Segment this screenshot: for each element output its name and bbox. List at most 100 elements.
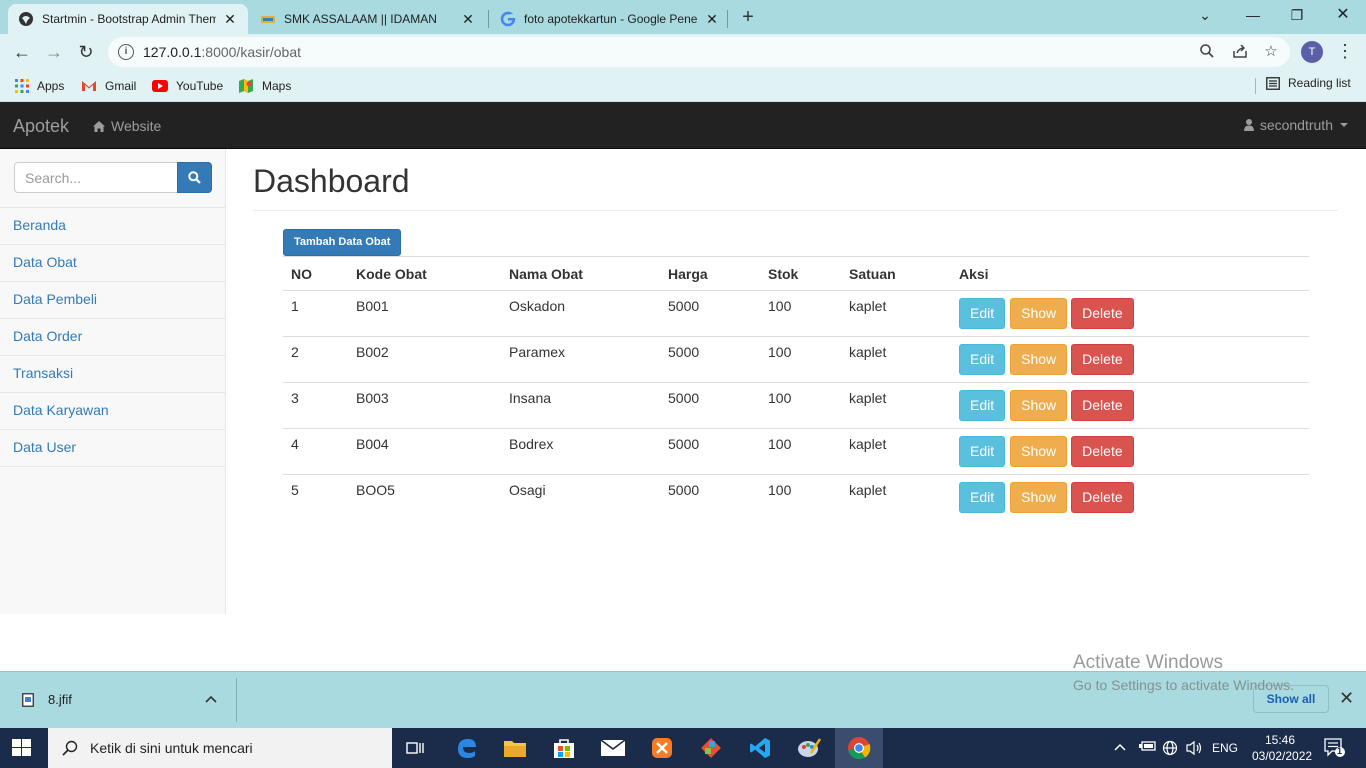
search-input[interactable] (14, 162, 178, 193)
edit-button[interactable]: Edit (959, 344, 1006, 375)
url-text[interactable]: 127.0.0.1:8000/kasir/obat (143, 44, 301, 60)
edge-icon[interactable] (443, 728, 491, 768)
tab-title: Startmin - Bootstrap Admin Them (42, 12, 216, 26)
volume-icon[interactable] (1186, 740, 1204, 759)
close-window-icon[interactable]: ✕ (1320, 0, 1366, 30)
show-button[interactable]: Show (1010, 344, 1068, 375)
file-explorer-icon[interactable] (491, 728, 539, 768)
cell-no: 5 (291, 482, 299, 498)
delete-button[interactable]: Delete (1071, 390, 1134, 421)
close-downloads-icon[interactable]: ✕ (1339, 688, 1354, 709)
download-filename: 8.jfif (48, 692, 72, 707)
system-clock[interactable]: 15:46 03/02/2022 (1252, 732, 1312, 764)
cell-nama-obat: Paramex (501, 336, 660, 383)
edit-button[interactable]: Edit (959, 390, 1006, 421)
tray-expand-icon[interactable] (1114, 740, 1126, 754)
edit-button[interactable]: Edit (959, 482, 1006, 513)
windows-start-icon[interactable] (12, 739, 32, 757)
apps-grid-icon (15, 79, 29, 93)
bookmark-maps[interactable]: Maps (238, 76, 291, 96)
bookmark-youtube[interactable]: YouTube (152, 76, 223, 96)
user-dropdown[interactable]: secondtruth (1243, 117, 1348, 133)
cell-no: 2 (283, 336, 348, 383)
forward-icon[interactable]: → (41, 39, 67, 65)
language-indicator[interactable]: ENG (1212, 741, 1238, 755)
bookmark-star-icon[interactable]: ☆ (1262, 43, 1280, 61)
google-icon (500, 11, 516, 27)
delete-button[interactable]: Delete (1071, 482, 1134, 513)
notification-icon[interactable]: 1 (1324, 738, 1346, 761)
download-item[interactable]: 8.jfif (22, 692, 72, 707)
git-icon[interactable] (687, 728, 735, 768)
vscode-icon[interactable] (736, 728, 784, 768)
brand-link[interactable]: Apotek (13, 116, 69, 137)
share-icon[interactable] (1231, 43, 1249, 61)
taskbar-search[interactable]: Ketik di sini untuk mencari (48, 728, 392, 768)
show-button[interactable]: Show (1010, 390, 1068, 421)
show-button[interactable]: Show (1010, 298, 1068, 329)
bookmark-gmail[interactable]: Gmail (81, 76, 136, 96)
zoom-icon[interactable] (1198, 43, 1216, 61)
sidebar-item-data-user[interactable]: Data User (0, 430, 225, 467)
back-icon[interactable]: ← (9, 39, 35, 65)
minimize-icon[interactable]: — (1230, 0, 1276, 30)
cell-kode-obat: B001 (348, 290, 501, 337)
cell-kode-obat: B002 (348, 336, 501, 383)
taskbar-search-placeholder: Ketik di sini untuk mencari (90, 740, 253, 756)
new-tab-icon[interactable]: + (737, 4, 759, 30)
chevron-up-icon[interactable] (205, 690, 217, 706)
close-tab-icon[interactable]: ✕ (222, 11, 238, 28)
tab-google-search[interactable]: foto apotekkartun - Google Pene ✕ (490, 4, 730, 34)
address-bar[interactable]: i 127.0.0.1:8000/kasir/obat ☆ (108, 37, 1290, 67)
column-header-harga: Harga (660, 256, 760, 291)
cell-nama-obat: Osagi (509, 482, 546, 498)
xampp-icon[interactable] (638, 728, 686, 768)
table-row: 1 B001 Oskadon 5000 100 kaplet Edit Show D… (283, 290, 1309, 337)
website-link[interactable]: Website (93, 118, 161, 134)
search-button[interactable] (177, 162, 212, 193)
chrome-icon[interactable] (835, 728, 883, 768)
image-file-icon (22, 692, 34, 707)
tab-smk-assalaam[interactable]: SMK ASSALAAM || IDAMAN ✕ (250, 4, 486, 34)
sidebar-item-data-karyawan[interactable]: Data Karyawan (0, 393, 225, 430)
delete-button[interactable]: Delete (1071, 298, 1134, 329)
bookmarks-bar: Apps Gmail YouTube Maps Reading list (0, 70, 1366, 102)
globe-icon (18, 11, 34, 27)
cell-stok: 100 (768, 482, 792, 498)
clock-time: 15:46 (1264, 733, 1296, 747)
close-tab-icon[interactable]: ✕ (704, 11, 720, 28)
network-globe-icon[interactable] (1162, 740, 1178, 759)
sidebar-item-data-pembeli[interactable]: Data Pembeli (0, 282, 225, 319)
show-button[interactable]: Show (1010, 482, 1068, 513)
tab-startmin[interactable]: Startmin - Bootstrap Admin Them ✕ (8, 4, 248, 34)
cell-no: 4 (283, 428, 348, 475)
edit-button[interactable]: Edit (959, 436, 1006, 467)
sidebar-item-data-order[interactable]: Data Order (0, 319, 225, 356)
maps-icon (238, 78, 254, 94)
bookmark-apps[interactable]: Apps (15, 76, 64, 96)
add-medicine-button[interactable]: Tambah Data Obat (283, 229, 402, 256)
watermark-subtitle: Go to Settings to activate Windows. (1073, 677, 1294, 693)
edit-button[interactable]: Edit (959, 298, 1006, 329)
reading-list-button[interactable]: Reading list (1266, 76, 1351, 90)
battery-icon[interactable] (1138, 740, 1156, 755)
microsoft-store-icon[interactable] (540, 728, 588, 768)
close-tab-icon[interactable]: ✕ (460, 11, 476, 28)
sidebar-item-beranda[interactable]: Beranda (0, 208, 225, 245)
maximize-icon[interactable]: ❐ (1274, 0, 1320, 30)
task-view-icon[interactable] (392, 728, 440, 768)
sidebar-item-transaksi[interactable]: Transaksi (0, 356, 225, 393)
reload-icon[interactable]: ↻ (73, 39, 99, 65)
profile-avatar[interactable]: T (1301, 41, 1323, 63)
delete-button[interactable]: Delete (1071, 344, 1134, 375)
delete-button[interactable]: Delete (1071, 436, 1134, 467)
site-info-icon[interactable]: i (118, 44, 134, 60)
show-button[interactable]: Show (1010, 436, 1068, 467)
tab-search-chevron-icon[interactable]: ⌄ (1182, 0, 1228, 30)
cell-satuan: kaplet (841, 382, 951, 429)
menu-kebab-icon[interactable]: ⋮ (1336, 40, 1354, 64)
sidebar-item-data-obat[interactable]: Data Obat (0, 245, 225, 282)
mail-icon[interactable] (589, 728, 637, 768)
paint-icon[interactable] (785, 728, 833, 768)
website-link-label: Website (111, 118, 162, 134)
